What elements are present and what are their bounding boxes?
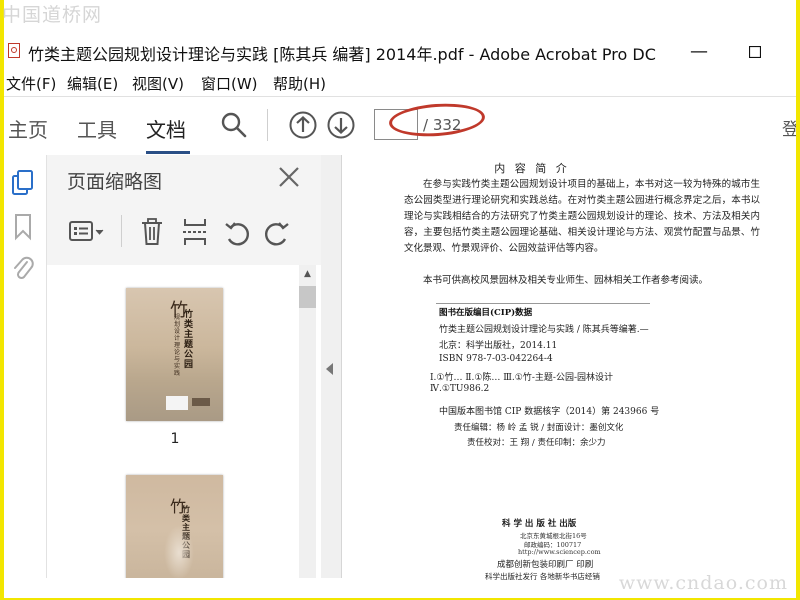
document-page[interactable]: 内 容 简 介 在参与实践竹类主题公园规划设计项目的基础上，本书对这一较为特殊的… xyxy=(342,155,796,598)
page-thumbnail[interactable]: 竹 竹类主题公园 xyxy=(126,475,223,578)
active-tab-indicator xyxy=(146,151,190,154)
thumbnails-panel-title: 页面缩略图 xyxy=(67,171,163,193)
tab-tools[interactable]: 工具 xyxy=(77,114,117,143)
scrollbar-thumb[interactable] xyxy=(299,286,316,308)
cip-line: Ⅳ.①TU986.2 xyxy=(430,384,490,394)
pdf-file-icon xyxy=(8,43,20,58)
window-title: 竹类主题公园规划设计理论与实践 [陈其兵 编著] 2014年.pdf - Ado… xyxy=(28,45,656,64)
proofreader-line: 责任校对：王 翔 / 责任印制：余少力 xyxy=(467,438,606,448)
watermark-top: 中国道桥网 xyxy=(2,4,103,26)
cip-line: 北京：科学出版社，2014.11 xyxy=(439,341,558,351)
panel-collapse-handle[interactable] xyxy=(321,155,342,578)
audience-paragraph: 本书可供高校风景园林及相关专业师生、园林相关工作者参考阅读。 xyxy=(423,275,709,286)
cover-title: 竹类主题公园 xyxy=(184,310,194,370)
delete-page-icon[interactable] xyxy=(139,217,165,247)
tools-separator xyxy=(121,215,122,247)
cover-label-box xyxy=(166,396,188,410)
maximize-button[interactable] xyxy=(740,38,770,66)
thumbnail-list[interactable]: 竹 竹类主题公园 规划设计理论与实践 1 竹 竹类主题公园 ▲ xyxy=(47,265,321,578)
printer-line: 成都创新包装印刷厂 印刷 xyxy=(497,560,594,570)
publisher-line: 科 学 出 版 社 出版 xyxy=(502,519,577,529)
cover-subtitle: 规划设计理论与实践 xyxy=(174,314,181,377)
menu-help[interactable]: 帮助(H) xyxy=(273,73,326,94)
bookmark-icon[interactable] xyxy=(14,213,32,241)
previous-page-icon[interactable] xyxy=(288,110,318,140)
search-icon[interactable] xyxy=(220,111,248,139)
menu-window[interactable]: 窗口(W) xyxy=(201,73,258,94)
distributor-line: 科学出版社发行 各地新华书店经销 xyxy=(485,572,600,581)
cip-number-line: 中国版本图书馆 CIP 数据核字（2014）第 243966 号 xyxy=(439,407,660,417)
thumbnail-page-label: 1 xyxy=(170,431,180,447)
thumbnail-scrollbar[interactable] xyxy=(299,265,316,578)
cover-art xyxy=(164,525,194,578)
summary-paragraph: 在参与实践竹类主题公园规划设计项目的基础上，本书对这一较为特殊的城市生态公园类型… xyxy=(404,179,760,254)
cip-line: ISBN 978-7-03-042264-4 xyxy=(439,354,553,364)
close-icon[interactable] xyxy=(277,165,301,189)
content-summary-heading: 内 容 简 介 xyxy=(494,162,570,175)
sign-in-clipped[interactable]: 登 xyxy=(782,115,796,140)
menu-bar: 文件(F) 编辑(E) 视图(V) 窗口(W) 帮助(H) xyxy=(4,70,796,96)
menu-edit[interactable]: 编辑(E) xyxy=(67,73,118,94)
navigation-rail xyxy=(4,155,47,578)
cip-line: 竹类主题公园规划设计理论与实践 / 陈其兵等编著.— xyxy=(439,325,649,335)
page-thumbnail[interactable]: 竹 竹类主题公园 规划设计理论与实践 xyxy=(126,288,223,421)
insert-page-icon[interactable] xyxy=(181,217,209,247)
cip-line: Ⅰ.①竹… Ⅱ.①陈… Ⅲ.①竹-主题-公园-园林设计 xyxy=(430,373,613,383)
scroll-up-icon[interactable]: ▲ xyxy=(299,267,316,281)
title-bar: 竹类主题公园规划设计理论与实践 [陈其兵 编著] 2014年.pdf - Ado… xyxy=(4,38,796,66)
minimize-button[interactable]: — xyxy=(684,38,714,66)
tab-document[interactable]: 文档 xyxy=(146,114,186,143)
cover-publisher-mark xyxy=(192,398,210,406)
rotate-right-icon[interactable] xyxy=(263,219,291,247)
rotate-left-icon[interactable] xyxy=(223,219,251,247)
collapse-arrow-icon xyxy=(326,363,333,375)
page-thumbnails-icon[interactable] xyxy=(10,169,36,197)
next-page-icon[interactable] xyxy=(326,110,356,140)
toolbar-separator xyxy=(267,109,268,141)
watermark-bottom: www.cndao.com xyxy=(618,572,788,594)
tab-home[interactable]: 主页 xyxy=(8,114,48,143)
attachment-icon[interactable] xyxy=(12,255,34,283)
menu-view[interactable]: 视图(V) xyxy=(132,73,184,94)
cip-heading: 图书在版编目(CIP)数据 xyxy=(439,308,533,318)
menu-file[interactable]: 文件(F) xyxy=(6,73,56,94)
thumbnails-panel: 页面缩略图 竹 竹类主题公园 规划设计理论与实践 1 竹 竹类 ▲ xyxy=(47,155,322,578)
cip-rule xyxy=(436,303,650,304)
publisher-website: http://www.sciencep.com xyxy=(518,548,601,556)
thumbnail-options-icon[interactable] xyxy=(69,219,109,245)
thumbnails-toolbar xyxy=(47,209,321,259)
editors-line: 责任编辑：杨 岭 孟 锐 / 封面设计：墨创文化 xyxy=(454,423,624,433)
maximize-icon xyxy=(748,45,762,59)
